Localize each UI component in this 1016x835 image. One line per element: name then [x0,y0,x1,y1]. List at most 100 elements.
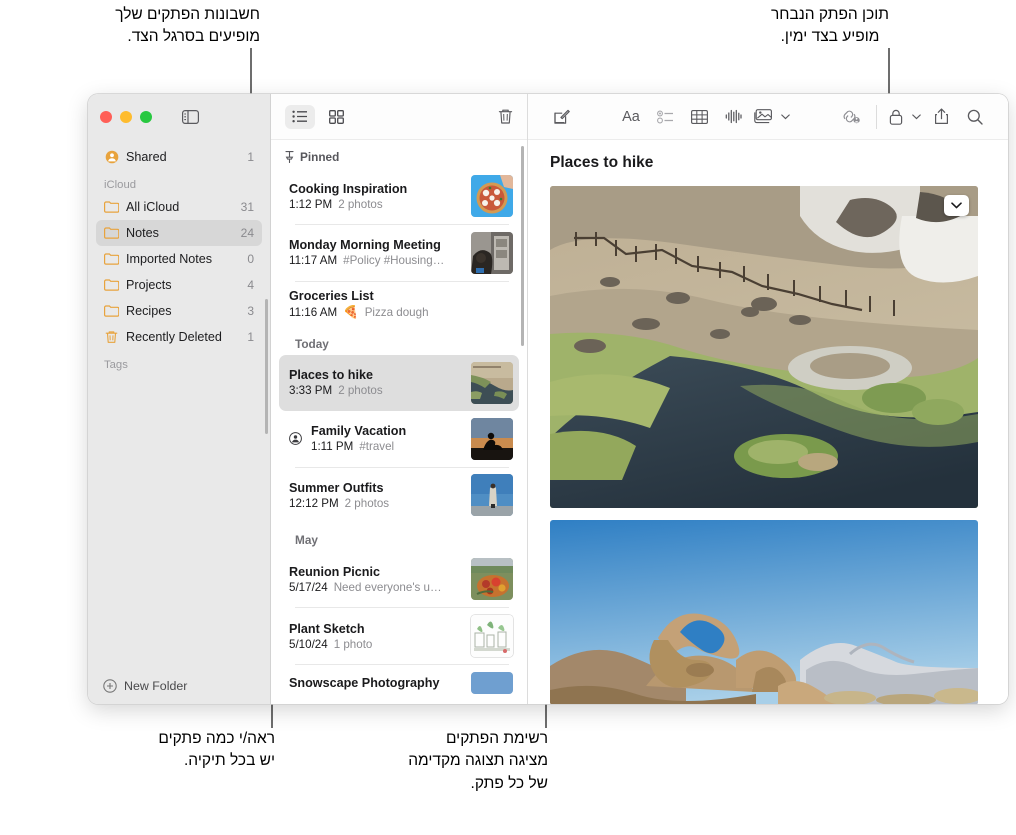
note-group-label: Today [295,336,329,351]
new-folder-label: New Folder [124,679,188,693]
folder-icon [104,200,119,215]
note-list-item-selected[interactable]: Places to hike 3:33 PM 2 photos [279,354,519,411]
note-title: Family Vacation [311,424,407,439]
note-title: Snowscape Photography [289,675,440,690]
note-list-item[interactable]: Groceries List 11:16 AM 🍕 Pizza dough [279,282,519,327]
note-list-item[interactable]: Family Vacation 1:11 PM #travel [279,411,519,467]
sidebar-item-recently-deleted[interactable]: Recently Deleted 1 [96,324,262,350]
share-icon[interactable] [924,104,958,130]
sidebar-item-count: 24 [240,226,254,240]
compose-icon[interactable] [544,104,578,130]
format-aa-icon[interactable]: Aa [614,104,648,130]
sidebar-item-count: 0 [247,252,254,266]
annotation-bottom-left: ראה/י כמה פתקים יש בכל תיקיה. [158,730,275,770]
note-thumbnail [471,361,513,404]
photo-options-button[interactable] [944,195,969,216]
note-title: Plant Sketch [289,621,365,636]
note-group-label: May [295,533,318,548]
annotation-bottom-middle: רשימת הפתקים מציגה תצוגה מקדימה של כל פת… [408,730,548,792]
sidebar-scrollbar[interactable] [265,299,268,434]
checklist-icon[interactable] [648,104,682,130]
sidebar-toggle-icon[interactable] [182,110,199,124]
new-folder-button[interactable]: New Folder [88,668,270,704]
note-snippet: 2 photos [338,197,383,211]
note-title: Monday Morning Meeting [289,238,441,253]
note-time: 1:11 PM [311,440,354,454]
sidebar-item-imported-notes[interactable]: Imported Notes 0 [96,246,262,272]
trash-icon [104,330,119,345]
minimize-button[interactable] [120,111,132,123]
chevron-down-icon [951,202,962,209]
note-list-item[interactable]: Snowscape Photography [279,665,519,696]
gallery-view-icon[interactable] [321,105,351,129]
note-emoji: 🍕 [343,304,359,319]
note-thumbnail [471,231,513,274]
list-view-icon[interactable] [285,104,315,129]
note-list-item[interactable]: Monday Morning Meeting 11:17 AM #Policy … [279,225,519,281]
note-title: Summer Outfits [289,480,384,495]
sidebar-section-tags: Tags [104,359,128,371]
annotation-top-left: חשבונות הפתקים שלך מופיעים בסרגל הצד. [115,6,260,46]
sidebar-item-projects[interactable]: Projects 4 [96,272,262,298]
note-detail-pane: Aa Places to hike [528,94,1008,704]
sidebar-item-label: All iCloud [126,200,180,214]
note-list-item[interactable]: Summer Outfits 12:12 PM 2 photos [279,467,519,523]
note-list-scrollbar[interactable] [521,146,524,346]
folder-icon [104,226,119,241]
note-time: 5/10/24 [289,637,328,651]
audio-waveform-icon[interactable] [716,104,750,130]
collaborate-link-icon[interactable] [834,104,868,130]
note-snippet: Pizza dough [364,305,429,319]
sidebar-item-shared[interactable]: Shared 1 [96,144,262,170]
note-time: 12:12 PM [289,496,339,510]
sidebar-item-count: 3 [247,304,254,318]
sidebar-titlebar [88,94,270,140]
sidebar-item-all-icloud[interactable]: All iCloud 31 [96,194,262,220]
sidebar-item-label: Recently Deleted [126,330,222,344]
sidebar-item-label: Shared [126,150,167,164]
note-group-header-today: Today [271,327,527,355]
sidebar-folder-list: Shared 1 iCloud All iCloud 31 Notes 24 I… [88,140,270,668]
shared-person-icon [289,432,302,445]
lock-icon[interactable] [885,104,907,130]
plus-circle-icon [102,679,117,694]
table-icon[interactable] [682,104,716,130]
close-button[interactable] [100,111,112,123]
zoom-button[interactable] [140,111,152,123]
sidebar-item-count: 4 [247,278,254,292]
hot-creek-river-photo[interactable] [550,186,978,508]
search-icon[interactable] [958,104,992,130]
mobius-arch-photo[interactable] [550,520,978,704]
folder-icon [104,278,119,293]
note-time: 11:16 AM [289,305,338,319]
sidebar-item-label: Imported Notes [126,252,213,266]
annotation-top-right: תוכן הפתק הנבחר מופיע בצד ימין. [771,6,889,46]
delete-note-button[interactable] [498,108,513,125]
note-list-item[interactable]: Reunion Picnic 5/17/24 Need everyone's u… [279,551,519,607]
note-time: 3:33 PM [289,384,333,398]
note-title: Reunion Picnic [289,564,380,579]
note-snippet: #travel [359,440,395,454]
note-list-pane: Pinned Cooking Inspiration 1:12 PM 2 pho… [271,94,528,704]
note-group-header-pinned: Pinned [271,140,527,168]
sidebar-item-notes[interactable]: Notes 24 [96,220,262,246]
note-detail-body[interactable]: Places to hike [528,140,1008,704]
note-list-item[interactable]: Plant Sketch 5/10/24 1 photo [279,608,519,664]
note-list-scroll: Pinned Cooking Inspiration 1:12 PM 2 pho… [271,140,527,704]
shared-person-icon [104,150,119,165]
chevron-down-icon[interactable] [777,104,793,130]
note-title: Groceries List [289,288,374,303]
pin-icon [285,151,294,163]
sidebar-item-count: 31 [240,200,254,214]
media-icon[interactable] [750,104,776,130]
sidebar-item-recipes[interactable]: Recipes 3 [96,298,262,324]
sidebar: Shared 1 iCloud All iCloud 31 Notes 24 I… [88,94,271,704]
note-snippet: 1 photo [333,637,373,651]
note-time: 1:12 PM [289,197,333,211]
sidebar-item-label: Projects [126,278,172,292]
folder-icon [104,252,119,267]
note-list-item[interactable]: Cooking Inspiration 1:12 PM 2 photos [279,168,519,224]
note-thumbnail [471,558,513,601]
chevron-down-icon[interactable] [908,104,924,130]
note-title: Places to hike [289,368,373,383]
